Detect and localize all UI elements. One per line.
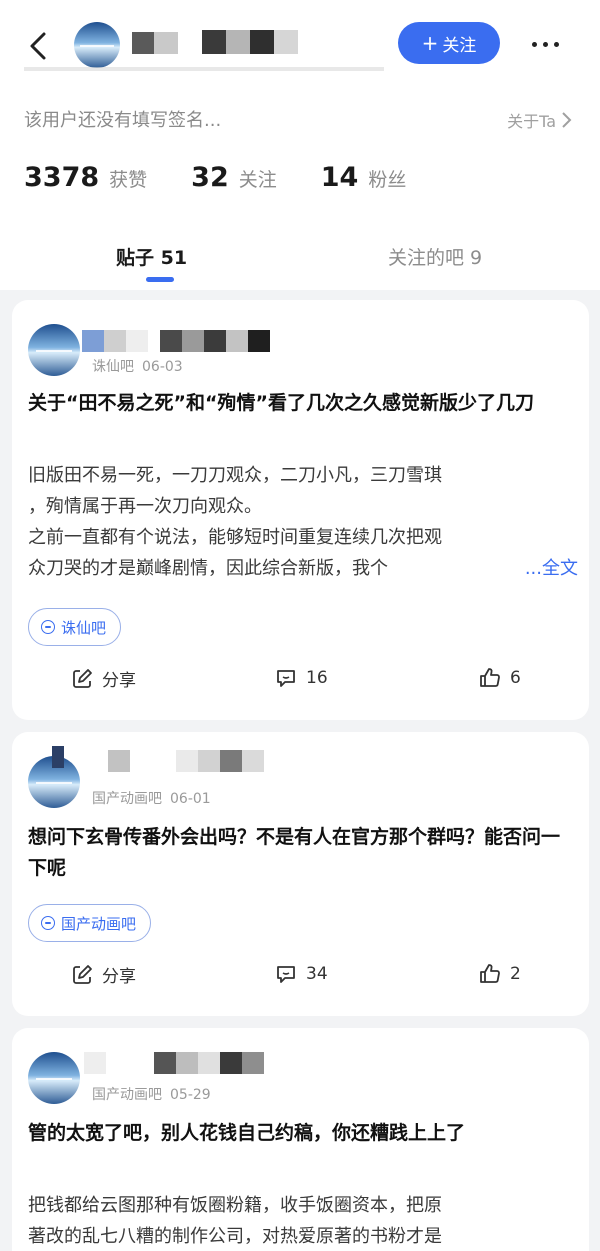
post-card[interactable]: 国产动画吧 06-01 想问下玄骨传番外会出吗？不是有人在官方那个群吗？能否问一下… [12,732,589,1016]
share-icon [73,668,92,688]
forum-tag-label: 诛仙吧 [61,618,107,637]
username-blurred [84,1050,274,1074]
share-button[interactable]: 分享 [70,666,136,691]
post-body-line: 著改的乱七八糟的制作公司，对热爱原著的书粉才是 [28,1226,442,1247]
tab-bar: 贴子 51 关注的吧 9 [0,225,600,287]
stat-likes[interactable]: 3378 获赞 [24,162,147,193]
like-button[interactable]: 2 [478,962,521,986]
avatar[interactable] [28,324,80,376]
follow-button[interactable]: + 关注 [398,22,500,64]
thumbs-up-icon [480,668,500,687]
user-id-line-cropped [24,64,384,76]
comment-count: 34 [306,964,328,984]
follow-label: 关注 [442,35,477,56]
post-actions: 分享 34 2 [12,962,589,992]
post-body-line-last: 众刀哭的才是巅峰剧情，因此综合新版，我个 ...全文 [28,553,578,584]
like-count: 2 [510,964,521,984]
post-meta: 诛仙吧 06-03 [92,356,191,376]
back-button[interactable] [24,28,54,64]
chevron-right-icon [562,112,572,128]
tab-indicator [146,277,174,282]
post-body-line: 之前一直都有个说法，能够短时间重复连续几次把观 [28,527,442,548]
forum-tag-label: 国产动画吧 [61,914,137,933]
nav-bar: + 关注 [0,0,600,90]
stat-fans-label: 粉丝 [368,169,407,191]
share-button[interactable]: 分享 [70,962,136,987]
share-icon [73,964,92,984]
thumbs-up-icon [480,964,500,983]
post-date: 06-01 [170,791,211,807]
share-label: 分享 [102,671,136,691]
post-body[interactable]: 把钱都给云图那种有饭圈粉籍，收手饭圈资本，把原 著改的乱七八糟的制作公司，对热爱… [28,1190,578,1251]
post-actions: 分享 16 6 [12,666,589,696]
tab-followed-bars[interactable]: 关注的吧 9 [388,243,482,270]
post-body-line: 把钱都给云图那种有饭圈粉籍，收手饭圈资本，把原 [28,1195,442,1216]
comment-count: 16 [306,668,328,688]
stat-following-value: 32 [191,162,229,193]
username-blurred [132,32,178,54]
stat-following[interactable]: 32 关注 [191,162,277,193]
comment-icon [277,670,295,687]
post-body[interactable]: 旧版田不易一死，一刀刀观众，二刀小凡，三刀雪琪 ，殉情属于再一次刀向观众。 之前… [28,460,578,584]
stat-likes-label: 获赞 [109,169,148,191]
stat-following-label: 关注 [238,169,277,191]
post-title[interactable]: 管的太宽了吧，别人花钱自己约稿，你还糟践上上了 [28,1118,578,1149]
comment-button[interactable]: 16 [274,666,328,690]
post-forum: 诛仙吧 [92,359,134,375]
forum-tag[interactable]: 诛仙吧 [28,608,122,646]
post-forum: 国产动画吧 [92,791,162,807]
username-blurred [52,746,282,772]
forum-tag[interactable]: 国产动画吧 [28,904,152,942]
comment-icon [277,966,295,983]
post-card[interactable]: 诛仙吧 06-03 关于“田不易之死”和“殉情”看了几次之久感觉新版少了几刀 旧版… [12,300,589,720]
avatar[interactable] [74,22,120,68]
post-title[interactable]: 关于“田不易之死”和“殉情”看了几次之久感觉新版少了几刀 [28,388,578,419]
about-link[interactable]: 关于Ta [507,108,572,132]
post-card[interactable]: 国产动画吧 05-29 管的太宽了吧，别人花钱自己约稿，你还糟践上上了 把钱都给云… [12,1028,589,1251]
post-date: 06-03 [142,359,183,375]
stat-fans[interactable]: 14 粉丝 [321,162,407,193]
read-more-link[interactable]: ...全文 [525,553,578,584]
post-title[interactable]: 想问下玄骨传番外会出吗？不是有人在官方那个群吗？能否问一下呢 [28,822,578,884]
avatar[interactable] [28,1052,80,1104]
more-menu-button[interactable] [532,36,568,52]
stat-fans-value: 14 [320,162,359,193]
plus-icon: + [421,31,439,55]
profile-header: + 关注 该用户还没有填写签名... 关于Ta 3378 获赞 32 关注 14… [0,0,600,290]
about-label: 关于Ta [507,112,556,131]
more-dot-icon [532,41,537,47]
stats-row: 3378 获赞 32 关注 14 粉丝 [24,162,450,193]
forum-icon [41,620,55,634]
stat-likes-value: 3378 [24,162,100,193]
tab-posts[interactable]: 贴子 51 [116,243,187,270]
like-button[interactable]: 6 [478,666,521,690]
share-label: 分享 [102,967,136,987]
post-meta: 国产动画吧 05-29 [92,1084,219,1104]
avatar-image [74,22,120,68]
post-meta: 国产动画吧 06-01 [92,788,219,808]
post-body-line: 旧版田不易一死，一刀刀观众，二刀小凡，三刀雪琪 [28,465,442,486]
post-date: 05-29 [170,1087,211,1103]
post-body-line: ，殉情属于再一次刀向观众。 [28,496,262,517]
post-forum: 国产动画吧 [92,1087,162,1103]
username-blurred-2 [202,30,298,54]
like-count: 6 [510,668,521,688]
username-blurred [82,330,272,352]
comment-button[interactable]: 34 [274,962,328,986]
forum-icon [41,916,55,930]
chevron-left-icon [30,32,46,60]
user-signature: 该用户还没有填写签名... [24,110,222,131]
